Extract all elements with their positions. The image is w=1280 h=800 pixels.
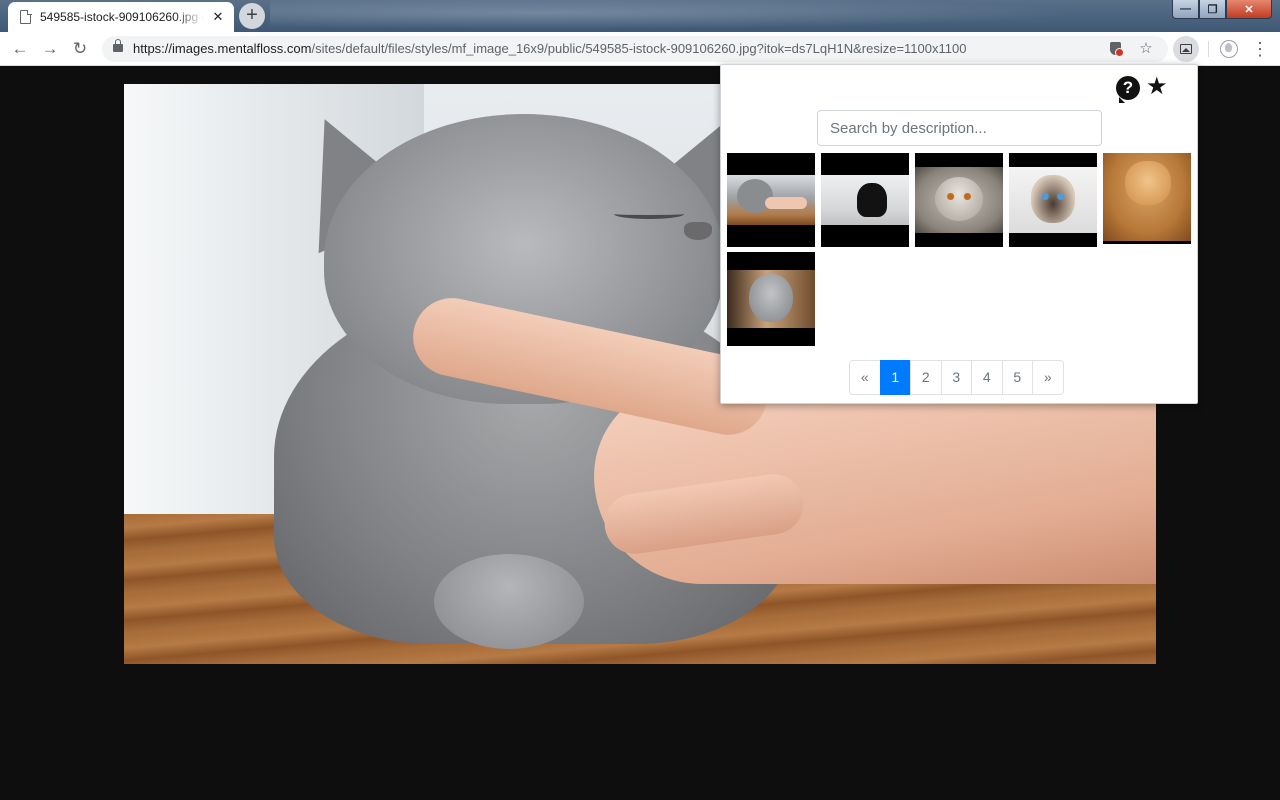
extension-popup: ? ★ « 1 2 3 4 5 » xyxy=(720,64,1198,404)
browser-menu-icon[interactable]: ⋮ xyxy=(1250,37,1270,61)
thumbnail-6[interactable] xyxy=(727,252,815,346)
thumbnail-2[interactable] xyxy=(821,153,909,247)
window-controls: — ❐ ✕ xyxy=(1172,0,1272,19)
page-button-1[interactable]: 1 xyxy=(879,360,911,395)
favorites-star-icon[interactable]: ★ xyxy=(1146,73,1168,101)
image-search-extension-icon[interactable] xyxy=(1173,36,1199,62)
thumbnail-1[interactable] xyxy=(727,153,815,247)
title-bar: 549585-istock-909106260.jpg (1100×619) ✕… xyxy=(0,0,1280,32)
orange-tabby-cat-thumbnail xyxy=(1103,153,1191,244)
browser-tab[interactable]: 549585-istock-909106260.jpg (1100×619) ✕ xyxy=(8,2,234,32)
pagination: « 1 2 3 4 5 » xyxy=(849,360,1064,395)
bookmark-star-icon[interactable]: ☆ xyxy=(1136,39,1156,59)
url-path: /sites/default/files/styles/mf_image_16x… xyxy=(311,41,967,56)
reload-button[interactable]: ↻ xyxy=(68,37,92,61)
thumbnail-5[interactable] xyxy=(1103,153,1191,247)
search-input[interactable] xyxy=(817,110,1102,146)
profile-avatar[interactable] xyxy=(1220,40,1238,58)
page-button-3[interactable]: 3 xyxy=(940,360,972,395)
gray-cat-chin-scratch-thumbnail xyxy=(727,175,815,225)
help-icon[interactable]: ? xyxy=(1116,76,1140,103)
forward-button[interactable]: → xyxy=(38,37,62,61)
black-cat-on-bed-thumbnail xyxy=(821,175,909,225)
page-icon xyxy=(20,9,32,24)
page-next-button[interactable]: » xyxy=(1032,360,1064,395)
cat-paw xyxy=(434,554,584,649)
scottish-fold-cat-thumbnail xyxy=(915,167,1003,233)
page-button-2[interactable]: 2 xyxy=(910,360,942,395)
browser-toolbar: ← → ↻ https://images.mentalfloss.com/sit… xyxy=(0,32,1280,66)
thumbnail-4[interactable] xyxy=(1009,153,1097,247)
address-bar[interactable]: https://images.mentalfloss.com/sites/def… xyxy=(102,36,1168,62)
tab-close-icon[interactable]: ✕ xyxy=(210,9,226,25)
back-button[interactable]: ← xyxy=(8,37,32,61)
url-host: https://images.mentalfloss.com xyxy=(133,41,312,56)
thumbnail-3[interactable] xyxy=(915,153,1003,247)
url-text[interactable]: https://images.mentalfloss.com/sites/def… xyxy=(133,41,966,56)
toolbar-divider xyxy=(1208,41,1209,57)
minimize-button[interactable]: — xyxy=(1172,0,1199,19)
site-blocked-shield-icon[interactable] xyxy=(1110,42,1124,57)
maximize-button[interactable]: ❐ xyxy=(1199,0,1226,19)
title-bar-background xyxy=(270,0,1170,32)
new-tab-button[interactable]: + xyxy=(239,3,265,29)
page-button-4[interactable]: 4 xyxy=(971,360,1003,395)
page-button-5[interactable]: 5 xyxy=(1001,360,1033,395)
cat-nose xyxy=(684,222,712,240)
window-close-button[interactable]: ✕ xyxy=(1226,0,1272,19)
gray-kitten-thumbnail xyxy=(727,270,815,328)
page-prev-button[interactable]: « xyxy=(849,360,881,395)
lock-icon xyxy=(113,39,123,52)
siamese-cat-thumbnail xyxy=(1009,167,1097,233)
cat-left-eye xyxy=(614,209,684,219)
tab-title: 549585-istock-909106260.jpg (1100×619) xyxy=(40,10,204,24)
